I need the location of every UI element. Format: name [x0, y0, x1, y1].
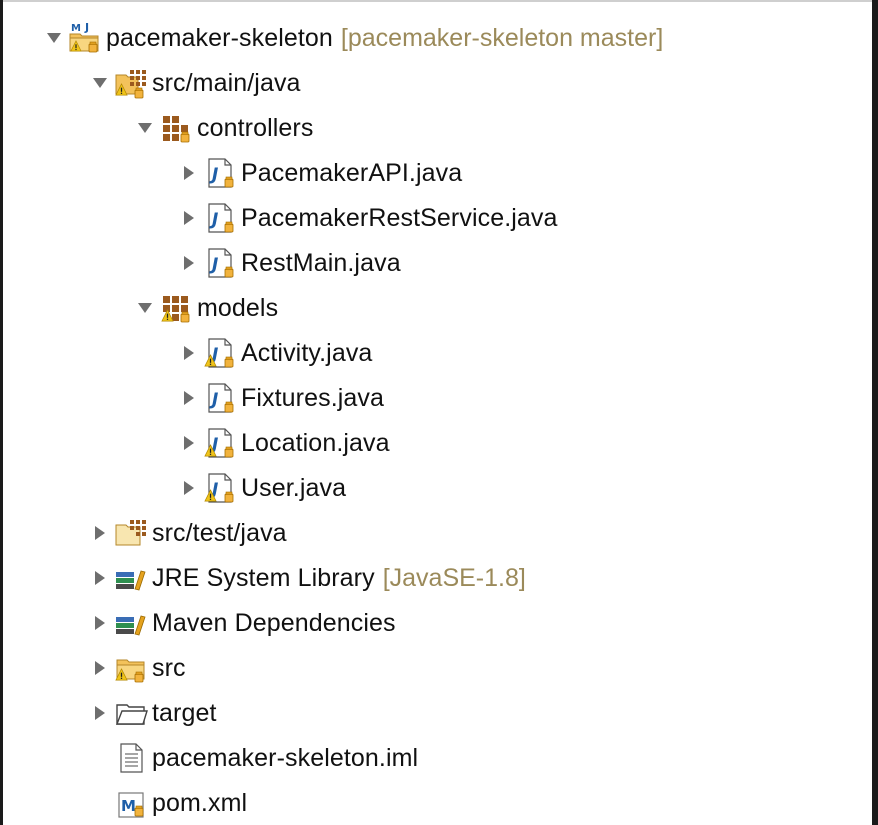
tree-node-label: Fixtures.java: [241, 383, 385, 412]
expand-triangle-right-icon[interactable]: [181, 433, 197, 453]
tree-node-folder-target[interactable]: target: [92, 691, 217, 735]
tree-node-label: target: [152, 698, 217, 727]
tree-node-src-main-java[interactable]: src/main/java: [92, 61, 301, 105]
library-icon: [114, 606, 148, 640]
expand-triangle-right-icon[interactable]: [181, 208, 197, 228]
tree-node-maven-dependencies[interactable]: Maven Dependencies: [92, 601, 396, 645]
expand-triangle-right-icon[interactable]: [92, 703, 108, 723]
java-file-icon: J: [203, 201, 237, 235]
java-file-warning-icon: J: [203, 426, 237, 460]
window-left-border: [0, 0, 3, 825]
expand-triangle-right-icon[interactable]: [92, 523, 108, 543]
tree-node-label: PacemakerRestService.java: [241, 203, 558, 232]
tree-node-file[interactable]: J PacemakerAPI.java: [181, 151, 462, 195]
tree-node-file-pom[interactable]: M pom.xml: [114, 781, 247, 825]
text-file-icon: [114, 741, 148, 775]
tree-node-label: RestMain.java: [241, 248, 401, 277]
window-top-border: [0, 0, 878, 2]
window-right-border: [872, 0, 878, 825]
expand-triangle-right-icon[interactable]: [92, 613, 108, 633]
tree-node-label: pom.xml: [152, 788, 248, 817]
tree-node-file[interactable]: J Fixtures.java: [181, 376, 384, 420]
folder-icon: [114, 651, 148, 685]
tree-node-file-iml[interactable]: pacemaker-skeleton.iml: [114, 736, 418, 780]
expand-triangle-right-icon[interactable]: [92, 658, 108, 678]
jre-version-decoration: [JavaSE-1.8]: [382, 563, 526, 592]
tree-node-file[interactable]: J Activity.java: [181, 331, 372, 375]
tree-node-label: controllers: [197, 113, 314, 142]
tree-node-src-test-java[interactable]: src/test/java: [92, 511, 287, 555]
expand-triangle-right-icon[interactable]: [92, 568, 108, 588]
expand-triangle-down-icon[interactable]: [46, 28, 62, 48]
java-file-icon: J: [203, 246, 237, 280]
tree-node-label: Activity.java: [241, 338, 373, 367]
tree-node-folder-src[interactable]: src: [92, 646, 186, 690]
maven-pom-icon: M: [114, 786, 148, 820]
tree-node-label: User.java: [241, 473, 347, 502]
expand-triangle-right-icon[interactable]: [181, 343, 197, 363]
expand-triangle-down-icon[interactable]: [137, 298, 153, 318]
maven-project-icon: M J: [68, 21, 102, 55]
tree-node-label: Maven Dependencies: [152, 608, 396, 637]
expand-triangle-right-icon[interactable]: [181, 163, 197, 183]
tree-node-file[interactable]: J PacemakerRestService.java: [181, 196, 558, 240]
source-folder-icon: [114, 66, 148, 100]
expand-triangle-right-icon[interactable]: [181, 253, 197, 273]
svg-text:J: J: [84, 21, 89, 34]
tree-node-label: JRE System Library: [152, 563, 375, 592]
source-folder-icon: [114, 516, 148, 550]
expand-triangle-down-icon[interactable]: [137, 118, 153, 138]
tree-node-file[interactable]: J RestMain.java: [181, 241, 401, 285]
java-file-warning-icon: J: [203, 336, 237, 370]
tree-node-label: Location.java: [241, 428, 390, 457]
expand-triangle-right-icon[interactable]: [181, 388, 197, 408]
tree-node-package-controllers[interactable]: controllers: [137, 106, 313, 150]
tree-node-label: src/main/java: [152, 68, 301, 97]
tree-node-jre-library[interactable]: JRE System Library [JavaSE-1.8]: [92, 556, 526, 600]
tree-node-label: src: [152, 653, 186, 682]
tree-node-label: pacemaker-skeleton: [106, 23, 333, 52]
java-file-icon: J: [203, 156, 237, 190]
package-icon: [159, 111, 193, 145]
git-branch-decoration: [pacemaker-skeleton master]: [340, 23, 664, 52]
java-file-icon: J: [203, 381, 237, 415]
tree-node-project[interactable]: M J pacemaker-skeleton [pacemaker-skelet…: [46, 16, 663, 60]
svg-text:M: M: [121, 797, 136, 815]
package-icon: [159, 291, 193, 325]
tree-node-label: src/test/java: [152, 518, 287, 547]
tree-node-package-models[interactable]: models: [137, 286, 278, 330]
tree-node-file[interactable]: J User.java: [181, 466, 346, 510]
folder-icon: [114, 696, 148, 730]
java-file-warning-icon: J: [203, 471, 237, 505]
tree-node-label: PacemakerAPI.java: [241, 158, 463, 187]
library-icon: [114, 561, 148, 595]
tree-node-file[interactable]: J Location.java: [181, 421, 390, 465]
expand-triangle-down-icon[interactable]: [92, 73, 108, 93]
tree-node-label: pacemaker-skeleton.iml: [152, 743, 419, 772]
svg-text:M: M: [71, 23, 81, 34]
tree-node-label: models: [197, 293, 279, 322]
expand-triangle-right-icon[interactable]: [181, 478, 197, 498]
